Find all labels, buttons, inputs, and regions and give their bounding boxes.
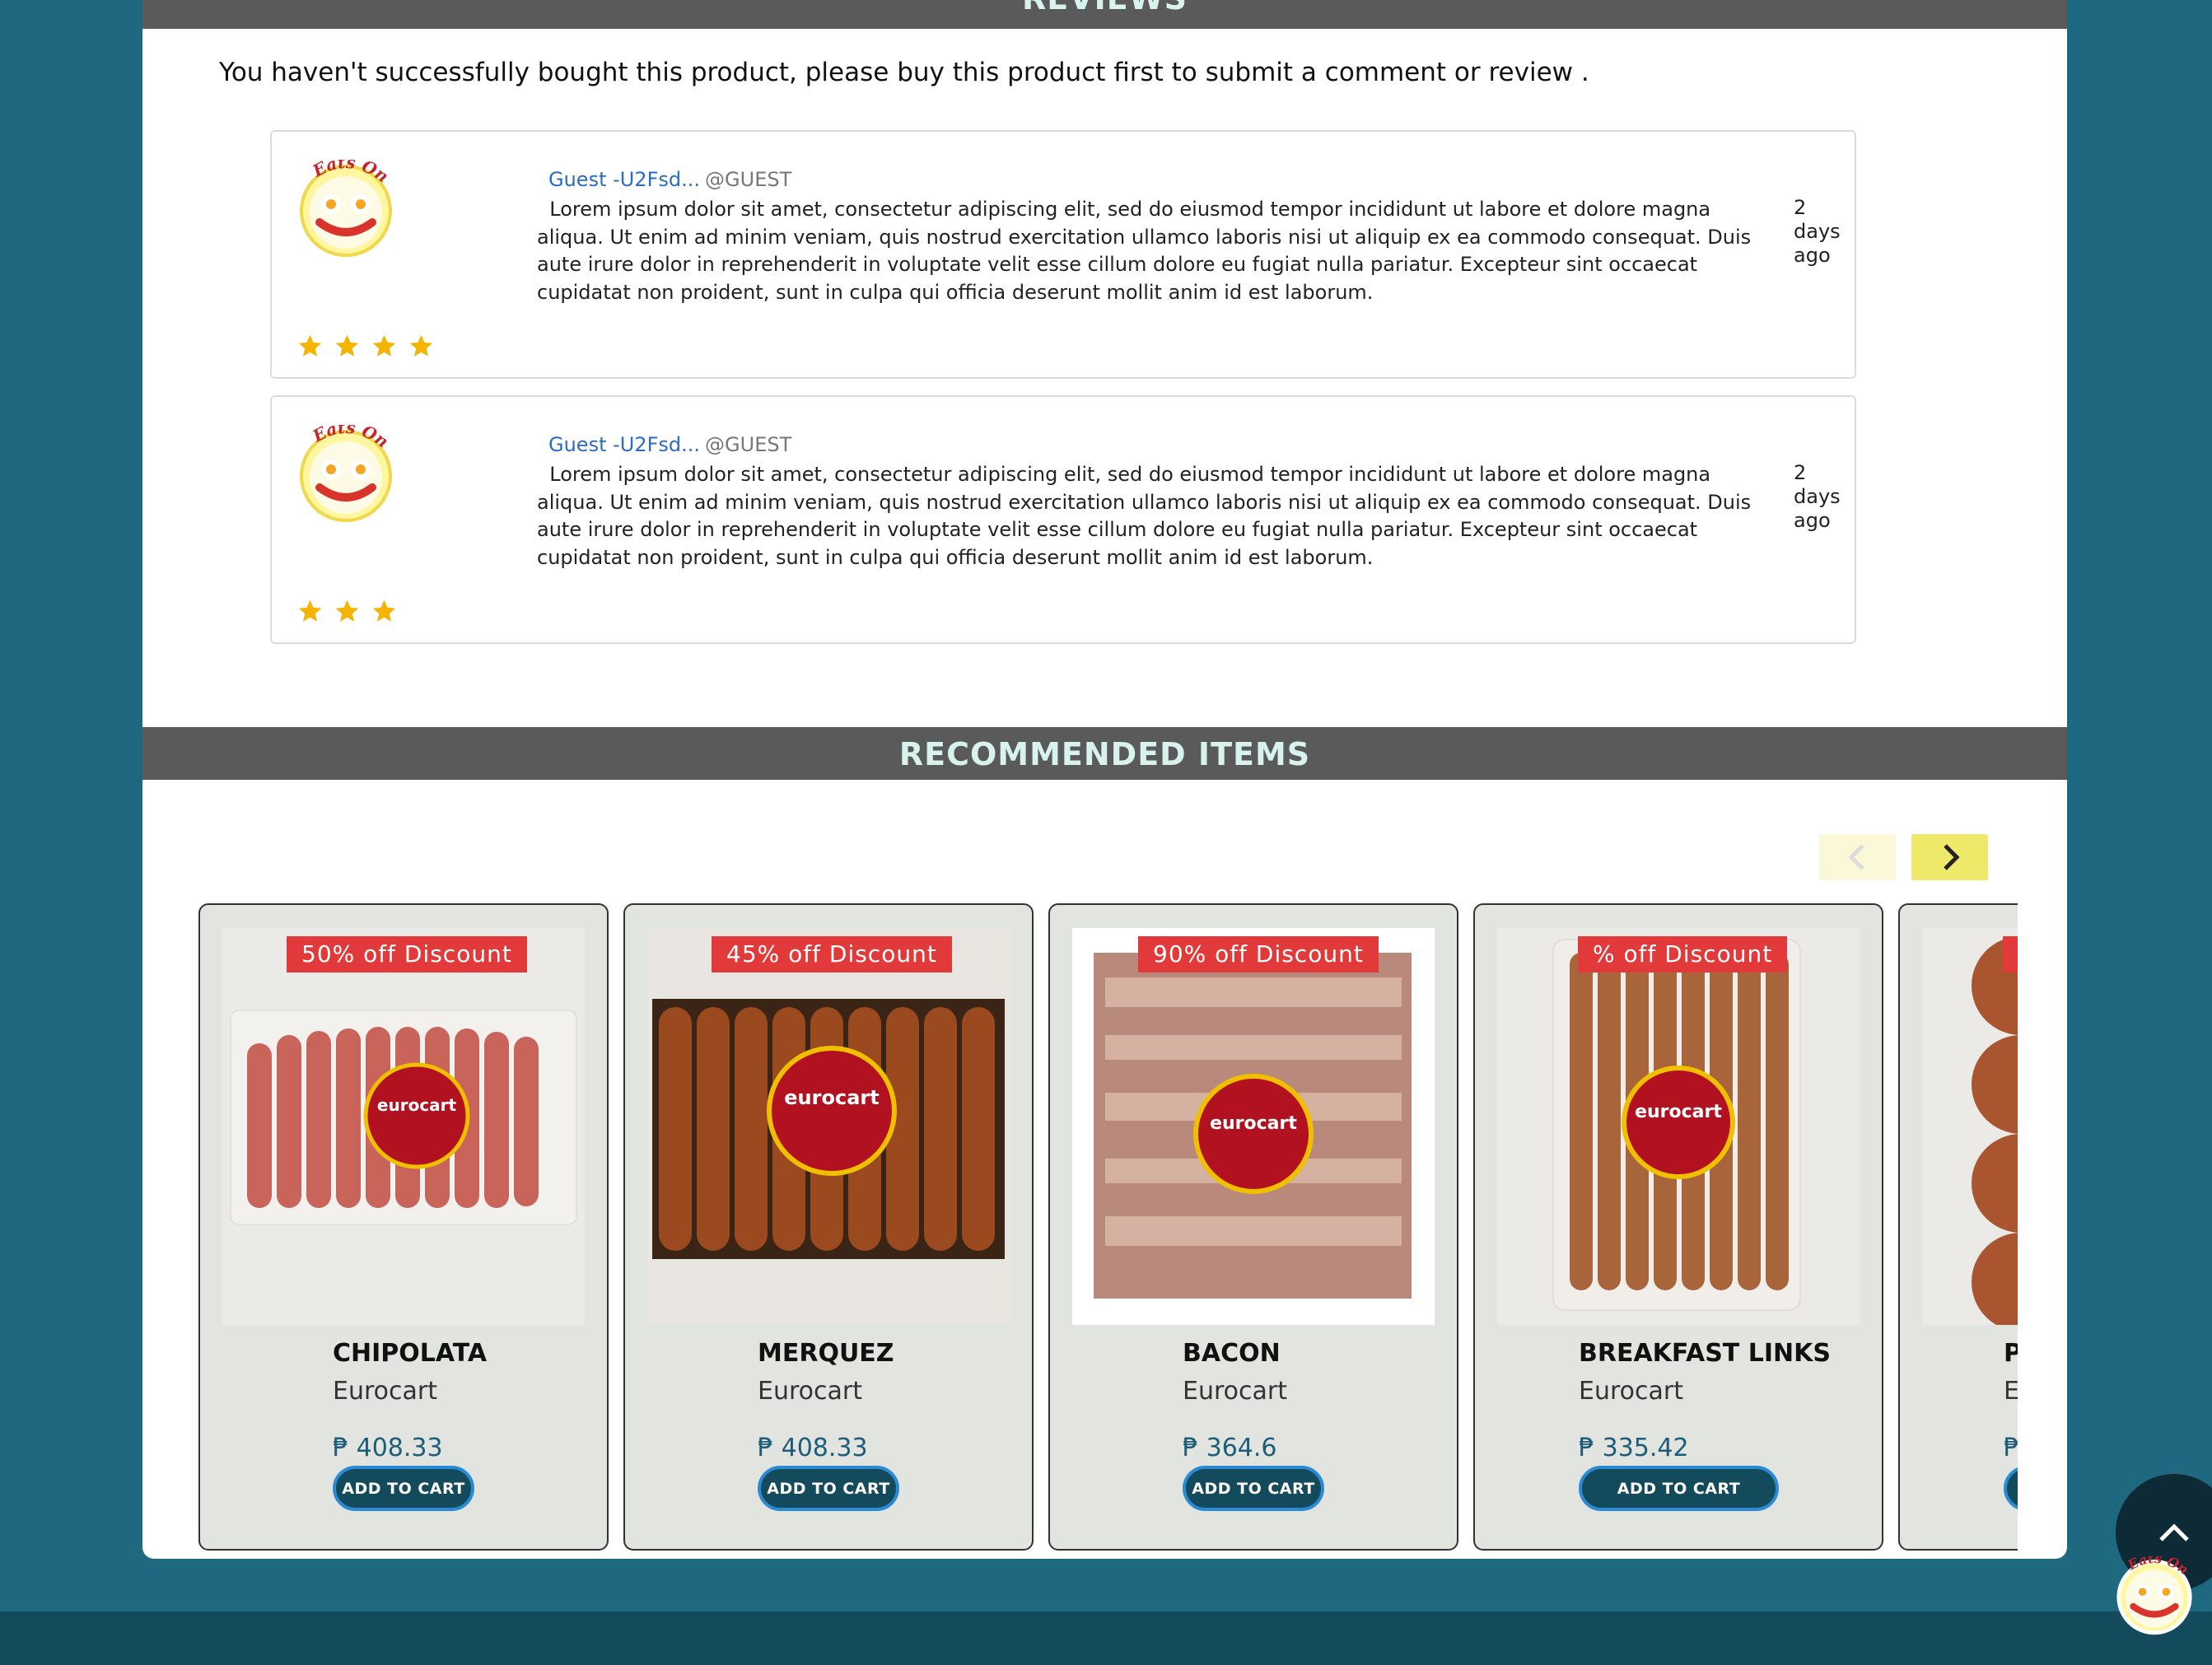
discount-badge <box>2003 936 2018 972</box>
floating-logo-button[interactable]: Eats Online <box>2110 1544 2194 1635</box>
product-image[interactable]: eurocart <box>222 928 585 1325</box>
star-icon <box>298 334 322 357</box>
product-brand: Eurocart <box>1183 1377 1287 1406</box>
product-image[interactable]: eurocart <box>1072 928 1435 1325</box>
eats-online-logo: Eats Online <box>291 409 392 522</box>
review-handle: @GUEST <box>705 433 792 456</box>
avatar: Eats Online <box>291 144 395 259</box>
product-brand: Eurocart <box>333 1377 437 1406</box>
reviews-title: REVIEWS <box>142 0 2067 14</box>
product-image[interactable]: eurocart <box>647 928 1010 1325</box>
review-user: Guest -U2Fsd... @GUEST <box>548 433 791 456</box>
recommended-section-header: RECOMMENDED ITEMS <box>142 727 2067 780</box>
svg-text:eurocart: eurocart <box>784 1086 879 1109</box>
recommended-carousel: eurocart 50% off Discount CHIPOLATA Euro… <box>198 903 2018 1552</box>
review-text: Lorem ipsum dolor sit amet, consectetur … <box>537 463 1752 569</box>
add-to-cart-button[interactable]: ADD TO CART <box>1183 1466 1324 1511</box>
carousel-prev-button[interactable] <box>1819 834 1896 880</box>
product-card[interactable]: P E ₱ <box>1898 903 2018 1551</box>
chevron-right-icon <box>1943 844 1960 870</box>
eats-online-logo: Eats Online <box>291 144 392 257</box>
review-card: Eats Online Guest -U2Fsd...@GUEST Lorem … <box>270 130 1856 379</box>
product-brand: Eurocart <box>758 1377 862 1406</box>
product-image[interactable] <box>1922 928 2018 1325</box>
scroll-to-top-button[interactable] <box>2116 1474 2212 1591</box>
add-to-cart-button[interactable]: ADD TO CART <box>758 1466 899 1511</box>
star-icon <box>372 334 396 357</box>
product-name[interactable]: BREAKFAST LINKS <box>1579 1339 1831 1368</box>
product-panel: REVIEWS You haven't successfully bought … <box>142 0 2067 1559</box>
reviews-section-header: REVIEWS <box>142 0 2067 29</box>
review-username[interactable]: Guest -U2Fsd... <box>548 433 700 456</box>
product-card[interactable]: eurocart 50% off Discount CHIPOLATA Euro… <box>198 903 609 1551</box>
product-price: ₱ <box>2004 1434 2018 1462</box>
review-time: 2 days ago <box>1794 461 1841 532</box>
svg-text:eurocart: eurocart <box>1210 1113 1297 1134</box>
review-time: 2 days ago <box>1794 196 1841 267</box>
review-handle: @GUEST <box>705 168 792 191</box>
add-to-cart-button[interactable]: ADD TO CART <box>1579 1466 1779 1511</box>
discount-badge: % off Discount <box>1578 936 1788 972</box>
eats-online-logo: Eats Online <box>2110 1544 2192 1635</box>
review-user: Guest -U2Fsd... @GUEST <box>548 168 791 191</box>
product-name[interactable]: MERQUEZ <box>758 1339 894 1368</box>
product-price: ₱ 408.33 <box>333 1434 443 1462</box>
product-image[interactable]: eurocart <box>1497 928 1860 1325</box>
svg-text:eurocart: eurocart <box>1635 1102 1722 1122</box>
star-icon <box>298 599 322 622</box>
product-price: ₱ 408.33 <box>758 1434 868 1462</box>
chevron-left-icon <box>1847 844 1864 870</box>
footer-band <box>0 1611 2212 1665</box>
product-price: ₱ 335.42 <box>1579 1434 1689 1462</box>
star-icon <box>372 599 396 622</box>
product-price: ₱ 364.6 <box>1183 1434 1277 1462</box>
add-to-cart-button[interactable]: ADD TO CART <box>333 1466 474 1511</box>
star-rating <box>296 333 435 360</box>
review-username[interactable]: Guest -U2Fsd... <box>548 168 700 191</box>
review-text: Lorem ipsum dolor sit amet, consectetur … <box>537 198 1752 304</box>
product-card[interactable]: eurocart 90% off Discount BACON Eurocart… <box>1048 903 1458 1551</box>
product-card[interactable]: eurocart 45% off Discount MERQUEZ Euroca… <box>623 903 1034 1551</box>
discount-badge: 90% off Discount <box>1138 936 1379 972</box>
star-rating <box>296 598 398 625</box>
product-card[interactable]: eurocart % off Discount BREAKFAST LINKS … <box>1473 903 1883 1551</box>
star-icon <box>409 334 433 357</box>
star-icon <box>335 599 359 622</box>
product-name[interactable]: CHIPOLATA <box>333 1339 487 1368</box>
chevron-up-icon <box>2159 1523 2189 1541</box>
product-brand: Eurocart <box>1579 1377 1683 1406</box>
discount-badge: 50% off Discount <box>287 936 527 972</box>
add-to-cart-button[interactable] <box>2004 1466 2018 1511</box>
svg-text:eurocart: eurocart <box>377 1095 457 1115</box>
review-notice: You haven't successfully bought this pro… <box>219 58 1589 87</box>
product-name[interactable]: BACON <box>1183 1339 1281 1368</box>
star-icon <box>335 334 359 357</box>
product-name[interactable]: P <box>2004 1339 2018 1368</box>
review-card: Eats Online Guest -U2Fsd...@GUEST Lorem … <box>270 395 1856 644</box>
product-brand: E <box>2004 1377 2018 1406</box>
avatar: Eats Online <box>291 409 395 524</box>
recommended-title: RECOMMENDED ITEMS <box>898 736 1311 772</box>
discount-badge: 45% off Discount <box>712 936 952 972</box>
carousel-next-button[interactable] <box>1911 834 1988 880</box>
